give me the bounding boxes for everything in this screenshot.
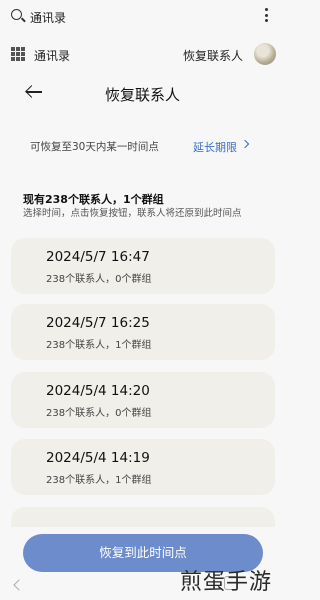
backup-item[interactable]: 2024/5/4 14:19 238个联系人，1个群组 (11, 439, 275, 495)
backup-time: 2024/5/4 14:19 (46, 450, 150, 466)
backup-time: 2024/5/7 16:25 (46, 315, 150, 331)
extend-period-link[interactable]: 延长期限 (193, 139, 237, 155)
backup-time: 2024/5/7 16:47 (46, 249, 150, 265)
backup-item[interactable]: 2024/5/7 16:25 238个联系人，1个群组 (11, 304, 275, 360)
search-icon (11, 9, 22, 20)
backup-item-partial[interactable] (11, 507, 275, 527)
backup-item[interactable]: 2024/5/7 16:47 238个联系人，0个群组 (11, 238, 275, 294)
retention-text: 可恢复至30天内某一时间点 (30, 141, 159, 153)
backup-meta: 238个联系人，1个群组 (46, 340, 152, 351)
backup-time: 2024/5/4 14:20 (46, 383, 150, 399)
more-menu-icon[interactable] (262, 8, 270, 24)
search-label: 通讯录 (30, 11, 67, 25)
page-title: 恢复联系人 (104, 86, 180, 104)
backup-meta: 238个联系人，0个群组 (46, 274, 152, 285)
apps-grid-icon[interactable] (11, 47, 25, 61)
app-title[interactable]: 通讯录 (34, 47, 70, 64)
nav-back-icon[interactable] (13, 579, 25, 591)
watermark: 煎蛋手游 (180, 570, 273, 595)
avatar[interactable] (254, 43, 276, 65)
backup-meta: 238个联系人，1个群组 (46, 475, 152, 486)
backup-meta: 238个联系人，0个群组 (46, 408, 152, 419)
restore-contacts-link[interactable]: 恢复联系人 (183, 47, 243, 64)
search-bar[interactable]: 通讯录 (0, 0, 285, 34)
chevron-right-icon[interactable] (240, 139, 250, 149)
restore-hint: 选择时间，点击恢复按钮，联系人将还原到此时间点 (23, 208, 242, 219)
backup-item[interactable]: 2024/5/4 14:20 238个联系人，0个群组 (11, 372, 275, 428)
